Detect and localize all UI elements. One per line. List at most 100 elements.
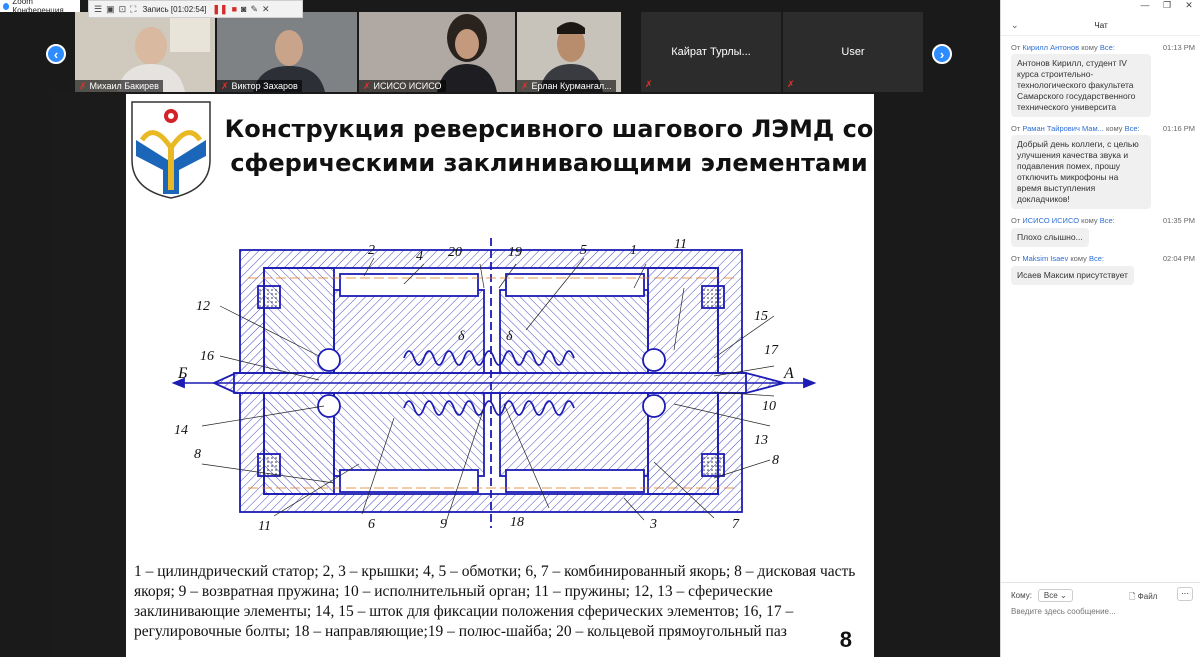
participant-name-tag: ✗ Виктор Захаров: [217, 80, 302, 92]
window-titlebar: Zoom Конференция: [0, 0, 80, 15]
part-label: 11: [674, 237, 687, 252]
recording-status: Запись [01:02:54]: [142, 4, 207, 14]
participant-name-tag: ✗ ИСИСО ИСИСО: [359, 80, 446, 92]
part-label: 15: [754, 309, 768, 324]
recipient-select[interactable]: Все ⌄: [1037, 589, 1073, 602]
part-label: 17: [764, 343, 779, 358]
gap-label: δ: [506, 329, 513, 344]
message-sender[interactable]: Кирилл Антонов: [1022, 43, 1079, 52]
mic-muted-icon: ✗: [363, 80, 371, 91]
video-area: Zoom Конференция ☰ ▣ ⊡ ⛶ Запись [01:02:5…: [0, 0, 1000, 657]
part-label: 1: [630, 243, 637, 258]
file-button[interactable]: 🗋 Файл: [1129, 591, 1157, 605]
part-label: 11: [258, 519, 271, 534]
more-options-button[interactable]: ···: [1177, 587, 1193, 601]
participant-name-tag: ✗ Ерлан Курмангал...: [517, 80, 616, 92]
part-label: 19: [508, 245, 522, 260]
part-label: 8: [772, 453, 779, 468]
message-sender[interactable]: ИСИСО ИСИСО: [1022, 216, 1079, 225]
technical-drawing: 1 2 3 4 5 6 7 8 8 9 10 11 11 12 13 14 15…: [171, 237, 817, 534]
stop-recording-icon[interactable]: ■: [232, 4, 237, 14]
message-text: Добрый день коллеги, с целью улучшения к…: [1011, 135, 1151, 209]
part-label: 5: [580, 243, 587, 258]
mic-muted-icon: ✗: [79, 80, 87, 91]
expand-icon[interactable]: ▣: [106, 4, 115, 15]
fit-icon[interactable]: ⛶: [130, 4, 136, 15]
message-recipient[interactable]: Все:: [1125, 124, 1140, 133]
participant-tile[interactable]: ✗ Ерлан Курмангал...: [517, 12, 621, 92]
participant-tile[interactable]: Кайрат Турлы... ✗: [641, 12, 781, 92]
menu-icon[interactable]: ☰: [94, 4, 102, 15]
close-icon[interactable]: ✕: [1178, 0, 1200, 12]
camera-icon[interactable]: ◙: [241, 4, 246, 14]
chat-window-controls: — ❐ ✕: [1134, 0, 1200, 12]
slide-title: Конструкция реверсивного шагового ЛЭМД с…: [224, 115, 874, 177]
prev-page-button[interactable]: ‹: [46, 44, 66, 64]
next-page-button[interactable]: ›: [932, 44, 952, 64]
zoom-logo-icon: [3, 2, 10, 10]
more-icon: ···: [1181, 589, 1189, 598]
direction-label-b: Б: [177, 365, 188, 382]
chat-header: ⌄ Чат: [1001, 16, 1200, 36]
part-label: 20: [448, 245, 462, 260]
participant-tile[interactable]: ✗ ИСИСО ИСИСО: [359, 12, 515, 92]
chat-message-list: От Кирилл Антонов кому Все: 01:13 PM Ант…: [1001, 40, 1200, 289]
participant-tile[interactable]: ✗ Михаил Бакирев: [75, 12, 215, 92]
recipient-label: Кому:: [1011, 591, 1032, 600]
message-meta: От Maksim Isaev кому Все: 02:04 PM: [1011, 253, 1195, 263]
select-icon[interactable]: ⊡: [119, 4, 127, 15]
message-meta: От Кирилл Антонов кому Все: 01:13 PM: [1011, 42, 1195, 52]
participant-tile[interactable]: User ✗: [783, 12, 923, 92]
part-label: 10: [762, 399, 776, 414]
part-label: 13: [754, 433, 768, 448]
slide-page-number: 8: [839, 627, 852, 652]
message-recipient[interactable]: Все:: [1089, 254, 1104, 263]
message-meta: От ИСИСО ИСИСО кому Все: 01:35 PM: [1011, 215, 1195, 225]
message-time: 01:13 PM: [1162, 42, 1195, 52]
part-label: 6: [368, 517, 375, 532]
chat-message: От Maksim Isaev кому Все: 02:04 PM Исаев…: [1001, 251, 1200, 285]
message-time: 01:35 PM: [1162, 215, 1195, 225]
part-label: 18: [510, 515, 524, 530]
chevron-down-icon: ⌄: [1059, 591, 1067, 600]
pause-recording-icon[interactable]: ❚❚: [213, 4, 228, 15]
chat-message: От Раман Тайрович Мам... кому Все: 01:16…: [1001, 121, 1200, 209]
chevron-right-icon: ›: [939, 46, 945, 62]
part-label: 12: [196, 299, 210, 314]
recipient-row: Кому: Все ⌄: [1011, 589, 1073, 602]
participant-name-tag: ✗ Михаил Бакирев: [75, 80, 163, 92]
university-emblem-icon: [131, 101, 211, 199]
mic-muted-icon: ✗: [521, 80, 529, 91]
message-text: Антонов Кирилл, студент IV курса строите…: [1011, 54, 1151, 117]
chat-composer: Кому: Все ⌄ 🗋 Файл ···: [1001, 582, 1200, 657]
part-label: 14: [174, 423, 188, 438]
chat-message: От ИСИСО ИСИСО кому Все: 01:35 PM Плохо …: [1001, 213, 1200, 247]
message-recipient[interactable]: Все:: [1100, 43, 1115, 52]
part-label: 4: [416, 249, 423, 264]
message-recipient[interactable]: Все:: [1100, 216, 1115, 225]
close-icon[interactable]: ✕: [262, 4, 270, 15]
minimize-icon[interactable]: —: [1134, 0, 1156, 12]
participant-tile[interactable]: ✗ Виктор Захаров: [217, 12, 357, 92]
participant-name: Кайрат Турлы...: [671, 46, 751, 58]
recording-toolbar: ☰ ▣ ⊡ ⛶ Запись [01:02:54] ❚❚ ■ ◙ ✎ ✕: [88, 0, 303, 18]
part-label: 16: [200, 349, 214, 364]
part-label: 9: [440, 517, 447, 532]
restore-icon[interactable]: ❐: [1156, 0, 1178, 12]
message-sender[interactable]: Maksim Isaev: [1022, 254, 1068, 263]
mic-muted-icon: ✗: [221, 80, 229, 91]
chat-panel: — ❐ ✕ ⌄ Чат От Кирилл Антонов кому Все: …: [1000, 0, 1200, 657]
participant-name: User: [841, 46, 865, 58]
message-time: 01:16 PM: [1162, 123, 1195, 133]
part-label: 3: [649, 517, 657, 532]
message-meta: От Раман Тайрович Мам... кому Все: 01:16…: [1011, 123, 1195, 133]
window-title: Zoom Конференция: [12, 0, 64, 15]
message-sender[interactable]: Раман Тайрович Мам...: [1022, 124, 1104, 133]
zoom-window: Zoom Конференция ☰ ▣ ⊡ ⛶ Запись [01:02:5…: [0, 0, 1200, 657]
message-text: Плохо слышно...: [1011, 228, 1089, 247]
mic-muted-icon: ✗: [787, 79, 795, 89]
message-input[interactable]: [1011, 607, 1191, 616]
pen-icon[interactable]: ✎: [250, 4, 258, 15]
chevron-down-icon[interactable]: ⌄: [1011, 20, 1019, 31]
direction-label-a: A: [783, 365, 794, 382]
